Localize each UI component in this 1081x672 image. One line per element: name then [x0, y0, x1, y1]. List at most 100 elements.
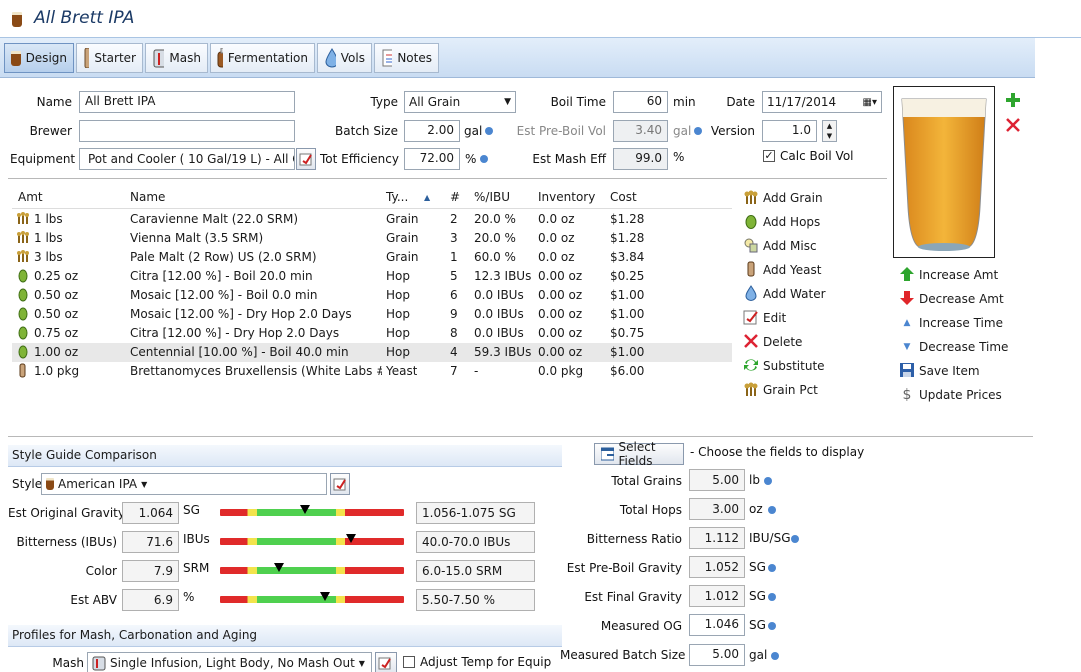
inventory-cell: 0.00 oz — [538, 307, 583, 321]
table-row[interactable]: 1 lbs Caravienne Malt (22.0 SRM) Grain 2… — [12, 210, 732, 229]
swap-icon — [743, 357, 759, 376]
select-fields-hint: - Choose the fields to display — [690, 445, 865, 459]
add-icon[interactable] — [1005, 92, 1021, 108]
select-fields-icon — [601, 447, 614, 461]
add-grain-button[interactable]: Add Grain — [743, 187, 823, 209]
decrease-time-button[interactable]: ▼ Decrease Time — [900, 336, 1009, 358]
update-prices-button[interactable]: $ Update Prices — [900, 384, 1002, 406]
select-fields-label: Select Fields — [618, 440, 656, 468]
edit-style-button[interactable] — [330, 473, 350, 495]
info-dot-icon[interactable] — [768, 506, 776, 514]
version-spinner[interactable]: ▲ ▼ — [822, 120, 837, 142]
color-range-bar — [220, 567, 404, 574]
increase-time-button[interactable]: ▲ Increase Time — [900, 312, 1003, 334]
column-header-type[interactable]: Ty... — [386, 190, 408, 204]
pct-ibu-cell: 0.0 IBUs — [474, 326, 524, 340]
style-select[interactable]: American IPA ▼ — [41, 473, 327, 495]
table-row[interactable]: 1.00 oz Centennial [10.00 %] - Boil 40.0… — [12, 343, 732, 362]
type-select[interactable]: All Grain ▼ — [404, 91, 516, 113]
metric-unit: SG — [183, 503, 200, 517]
beer-color-picture — [893, 86, 995, 258]
mash-profile-select[interactable]: Single Infusion, Light Body, No Mash Out… — [87, 652, 372, 672]
save-item-button[interactable]: Save Item — [900, 360, 980, 382]
grain-pct-button[interactable]: Grain Pct — [743, 379, 818, 401]
delete-button[interactable]: Delete — [743, 331, 802, 353]
adjust-temp-checkbox[interactable]: Adjust Temp for Equip — [403, 655, 551, 669]
info-dot-icon[interactable] — [768, 622, 776, 630]
sort-ascending-icon: ▲ — [424, 193, 431, 202]
info-dot-icon[interactable] — [791, 535, 799, 543]
tab-notes[interactable]: Notes — [374, 43, 439, 73]
table-row[interactable]: 1 lbs Vienna Malt (3.5 SRM) Grain 3 20.0… — [12, 229, 732, 248]
window-title: All Brett IPA — [34, 8, 135, 28]
mash-tun-icon — [153, 49, 165, 68]
beer-glass-icon — [46, 478, 54, 490]
table-row[interactable]: 0.75 oz Citra [12.00 %] - Dry Hop 2.0 Da… — [12, 324, 732, 343]
number-cell: 1 — [450, 250, 458, 264]
name-input[interactable]: All Brett IPA — [79, 91, 295, 113]
tab-fermentation[interactable]: Fermentation — [210, 43, 315, 73]
batch-size-input[interactable]: 2.00 — [404, 120, 460, 142]
hop-icon — [17, 325, 29, 343]
info-dot-icon[interactable] — [768, 593, 776, 601]
column-header-name[interactable]: Name — [130, 190, 165, 204]
add-misc-button[interactable]: Add Misc — [743, 235, 817, 257]
table-row[interactable]: 0.50 oz Mosaic [12.00 %] - Dry Hop 2.0 D… — [12, 305, 732, 324]
table-row[interactable]: 0.50 oz Mosaic [12.00 %] - Boil 0.0 min … — [12, 286, 732, 305]
edit-button[interactable]: Edit — [743, 307, 786, 329]
metric-value: 6.9 — [122, 589, 179, 611]
measured-og-input[interactable]: 1.046 — [689, 614, 745, 636]
style-value: American IPA — [58, 477, 138, 491]
table-row[interactable]: 1.0 pkg Brettanomyces Bruxellensis (Whit… — [12, 362, 732, 381]
info-dot-icon[interactable] — [768, 564, 776, 572]
equipment-select[interactable]: Pot and Cooler ( 10 Gal/19 L) - All Gr — [79, 148, 295, 170]
tab-label: Notes — [397, 51, 432, 65]
tab-design[interactable]: Design — [4, 43, 74, 73]
tab-label: Mash — [169, 51, 201, 65]
tab-vols[interactable]: Vols — [317, 43, 372, 73]
version-input[interactable]: 1.0 — [762, 120, 817, 142]
tab-mash[interactable]: Mash — [145, 43, 208, 73]
brewer-input[interactable] — [79, 120, 295, 142]
boil-time-input[interactable]: 60 — [613, 91, 668, 113]
add-yeast-button[interactable]: Add Yeast — [743, 259, 821, 281]
edit-equipment-button[interactable] — [296, 148, 316, 170]
substitute-button[interactable]: Substitute — [743, 355, 825, 377]
measured-batch-size-input[interactable]: 5.00 — [689, 644, 745, 666]
tab-bar: Design Starter Mash Fermentation Vols No… — [0, 38, 1035, 78]
pct-ibu-cell: 20.0 % — [474, 212, 516, 226]
column-header-number[interactable]: # — [450, 190, 460, 204]
increase-amt-button[interactable]: Increase Amt — [900, 264, 998, 286]
table-row[interactable]: 0.25 oz Citra [12.00 %] - Boil 20.0 min … — [12, 267, 732, 286]
date-value: 11/17/2014 — [767, 95, 837, 109]
remove-icon[interactable] — [1005, 117, 1021, 133]
select-fields-button[interactable]: Select Fields — [594, 440, 684, 468]
date-picker[interactable]: 11/17/2014 ▦▾ — [762, 91, 882, 113]
column-header-amt[interactable]: Amt — [18, 190, 43, 204]
field-label: Measured OG — [600, 619, 682, 633]
efficiency-input[interactable]: 72.00 — [404, 148, 460, 170]
info-dot-icon[interactable] — [480, 155, 488, 163]
edit-mash-profile-button[interactable] — [375, 652, 397, 672]
add-water-button[interactable]: Add Water — [743, 283, 826, 305]
arrow-up-icon — [900, 266, 914, 284]
name-cell: Brettanomyces Bruxellensis (White Labs #… — [130, 364, 382, 378]
info-dot-icon[interactable] — [764, 477, 772, 485]
add-hops-button[interactable]: Add Hops — [743, 211, 820, 233]
preboil-vol-unit: gal — [673, 124, 692, 138]
water-drop-icon — [325, 48, 336, 68]
info-dot-icon[interactable] — [694, 127, 702, 135]
info-dot-icon[interactable] — [485, 127, 493, 135]
decrease-amt-button[interactable]: Decrease Amt — [900, 288, 1004, 310]
checkbox-checked-icon: ✓ — [763, 149, 775, 162]
table-row[interactable]: 3 lbs Pale Malt (2 Row) US (2.0 SRM) Gra… — [12, 248, 732, 267]
amount-cell: 0.75 oz — [34, 326, 79, 340]
tab-starter[interactable]: Starter — [76, 43, 143, 73]
column-header-inventory[interactable]: Inventory — [538, 190, 595, 204]
metric-label: Est ABV — [70, 593, 117, 607]
info-dot-icon[interactable] — [771, 652, 779, 660]
column-header-pct-ibu[interactable]: %/IBU — [474, 190, 510, 204]
calc-boil-vol-checkbox[interactable]: ✓ Calc Boil Vol — [763, 149, 854, 163]
column-header-cost[interactable]: Cost — [610, 190, 637, 204]
cost-cell: $0.75 — [610, 326, 645, 340]
